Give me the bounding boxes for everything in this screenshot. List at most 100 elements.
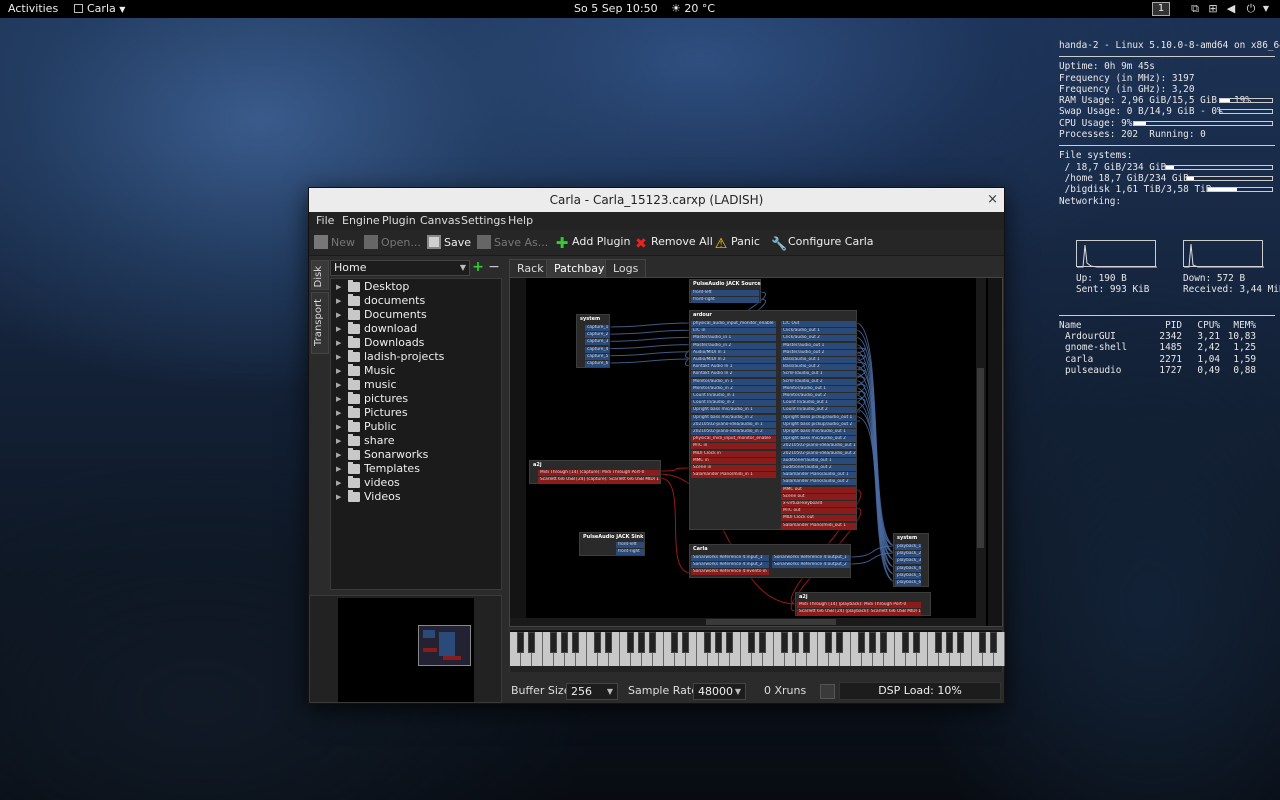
box-system-playback[interactable]: system playback_1 playback_2 playback_3 pla… xyxy=(893,533,929,587)
port-in[interactable]: LTC in xyxy=(691,328,776,335)
port-out[interactable]: Count In/audio_out 1 xyxy=(781,400,856,407)
expand-arrow-icon[interactable]: ▶ xyxy=(336,434,341,448)
box-pulseaudio-sink[interactable]: PulseAudio JACK Sink front-left front-ri… xyxy=(579,532,645,556)
file-list[interactable]: ▶ Desktop ▶ documents ▶ Documents ▶ download ▶ Do… xyxy=(330,278,502,590)
expand-arrow-icon[interactable]: ▶ xyxy=(336,392,341,406)
port-in[interactable]: Upright bass mic/audio_in 1 xyxy=(691,407,776,414)
port-in[interactable]: Monitor/audio_in 2 xyxy=(691,385,776,392)
port-out[interactable]: Monitor/audio_out 2 xyxy=(781,393,856,399)
new-button[interactable]: New xyxy=(314,235,355,249)
title-bar[interactable]: Carla - Carla_15123.carxp (LADISH) × xyxy=(309,188,1004,212)
port-in[interactable]: Monitor/audio_in 1 xyxy=(691,378,776,385)
minimap-viewport[interactable] xyxy=(418,625,471,666)
list-item[interactable]: ▶ Public xyxy=(331,420,501,434)
chevron-down-icon[interactable]: ▼ xyxy=(1260,3,1272,15)
tab-disk[interactable]: Disk xyxy=(311,260,329,290)
expand-arrow-icon[interactable]: ▶ xyxy=(336,308,341,322)
port-out[interactable]: MTC out xyxy=(781,508,856,515)
list-item[interactable]: ▶ Sonarworks xyxy=(331,448,501,462)
port-in[interactable]: playback_6 xyxy=(895,580,921,586)
list-item[interactable]: ▶ Pictures xyxy=(331,406,501,420)
piano-black-key[interactable] xyxy=(913,632,920,653)
expand-arrow-icon[interactable]: ▶ xyxy=(336,448,341,462)
piano-black-key[interactable] xyxy=(627,632,634,653)
menu-settings[interactable]: Settings xyxy=(461,214,506,227)
port-out[interactable]: Master/audio_out 1 xyxy=(781,342,856,349)
midi-connection[interactable] xyxy=(659,467,692,472)
port-out[interactable]: LTC Out xyxy=(781,321,856,327)
buffer-size-select[interactable]: 256 ▼ xyxy=(566,683,618,700)
box-carla[interactable]: Carla Sonarworks Reference 4:input_1 Son… xyxy=(689,544,851,578)
audio-connection[interactable] xyxy=(607,322,692,328)
port-in[interactable]: Count In/audio_in 1 xyxy=(691,393,776,399)
tab-patchbay[interactable]: Patchbay xyxy=(546,259,613,277)
patchbay-canvas[interactable]: PulseAudio JACK Source front-left front-… xyxy=(509,277,1003,627)
port-out[interactable]: ScmFl/audio_out 1 xyxy=(781,371,856,378)
port-out[interactable]: Master/audio_out 2 xyxy=(781,349,856,356)
piano-black-key[interactable] xyxy=(759,632,766,653)
expand-arrow-icon[interactable]: ▶ xyxy=(336,378,341,392)
port-out[interactable]: capture_4 xyxy=(585,346,609,353)
audio-connection[interactable] xyxy=(607,351,692,357)
port-out[interactable]: auditioner/audio_out 2 xyxy=(781,465,856,471)
port-in[interactable]: Sonarworks Reference 4:input_2 xyxy=(691,562,769,568)
expand-arrow-icon[interactable]: ▶ xyxy=(336,406,341,420)
network-icon[interactable]: ⊞ xyxy=(1207,3,1219,15)
location-select[interactable]: Home ▼ xyxy=(330,260,470,276)
port-in[interactable]: playback_4 xyxy=(895,565,921,572)
box-ardour[interactable]: ardour physical_audio_input_monitor_enab… xyxy=(689,310,857,530)
piano-black-key[interactable] xyxy=(561,632,568,653)
piano-black-key[interactable] xyxy=(880,632,887,653)
port-in[interactable]: Salamander Piano/midi_in 1 xyxy=(691,472,776,479)
port-out[interactable]: Midi Through [14] (capture): Midi Throug… xyxy=(538,470,660,476)
expand-arrow-icon[interactable]: ▶ xyxy=(336,364,341,378)
menu-file[interactable]: File xyxy=(316,214,334,227)
piano-black-key[interactable] xyxy=(869,632,876,653)
piano-black-key[interactable] xyxy=(638,632,645,653)
piano-black-key[interactable] xyxy=(858,632,865,653)
add-plugin-button[interactable]: ✚ Add Plugin xyxy=(555,235,631,251)
piano-black-key[interactable] xyxy=(946,632,953,653)
expand-arrow-icon[interactable]: ▶ xyxy=(336,336,341,350)
port-in[interactable]: Scene in xyxy=(691,465,776,471)
list-item[interactable]: ▶ download xyxy=(331,322,501,336)
port-in[interactable]: Midi Through [14] (playback): Midi Throu… xyxy=(797,602,921,608)
expand-arrow-icon[interactable]: ▶ xyxy=(336,476,341,490)
activities-button[interactable]: Activities xyxy=(8,2,58,15)
piano-black-key[interactable] xyxy=(715,632,722,653)
port-in[interactable]: MTC in xyxy=(691,443,776,450)
menu-help[interactable]: Help xyxy=(508,214,533,227)
port-in[interactable]: Sonarworks Reference 4:input_1 xyxy=(691,555,769,561)
piano-black-key[interactable] xyxy=(957,632,964,653)
port-out[interactable]: x-virtual-keyboard xyxy=(781,501,856,507)
piano-black-key[interactable] xyxy=(902,632,909,653)
expand-arrow-icon[interactable]: ▶ xyxy=(336,280,341,294)
save-as-button[interactable]: Save As... xyxy=(477,235,548,249)
port-in[interactable]: MMC in xyxy=(691,457,776,464)
port-out[interactable]: Count In/audio_out 2 xyxy=(781,407,856,414)
menu-plugin[interactable]: Plugin xyxy=(382,214,416,227)
piano-black-key[interactable] xyxy=(935,632,942,653)
piano-black-key[interactable] xyxy=(682,632,689,653)
add-folder-button[interactable]: + xyxy=(471,260,485,276)
port-out[interactable]: front-right xyxy=(691,297,759,303)
audio-connection[interactable] xyxy=(607,358,692,364)
patchbay-vscroll[interactable] xyxy=(976,278,986,618)
remove-folder-button[interactable]: − xyxy=(487,260,501,276)
port-out[interactable]: Upright bass mic/audio_out 2 xyxy=(781,436,856,443)
clock[interactable]: So 5 Sep 10:50 xyxy=(574,2,658,15)
patchbay-hscroll[interactable] xyxy=(510,618,986,626)
port-in[interactable]: playback_1 xyxy=(895,544,921,550)
piano-black-key[interactable] xyxy=(979,632,986,653)
port-in[interactable]: Upright bass mic/audio_in 2 xyxy=(691,414,776,421)
port-out[interactable]: Bass/audio_out 1 xyxy=(781,357,856,363)
expand-arrow-icon[interactable]: ▶ xyxy=(336,350,341,364)
port-out[interactable]: MIDI Clock out xyxy=(781,515,856,522)
piano-black-key[interactable] xyxy=(748,632,755,653)
port-in[interactable]: MIDI Clock in xyxy=(691,450,776,457)
port-out[interactable]: capture_1 xyxy=(585,325,609,331)
app-menu[interactable]: Carla ▼ xyxy=(74,2,125,15)
port-in[interactable]: Kontakt Audio In 2 xyxy=(691,371,776,378)
list-item[interactable]: ▶ share xyxy=(331,434,501,448)
list-item[interactable]: ▶ Templates xyxy=(331,462,501,476)
